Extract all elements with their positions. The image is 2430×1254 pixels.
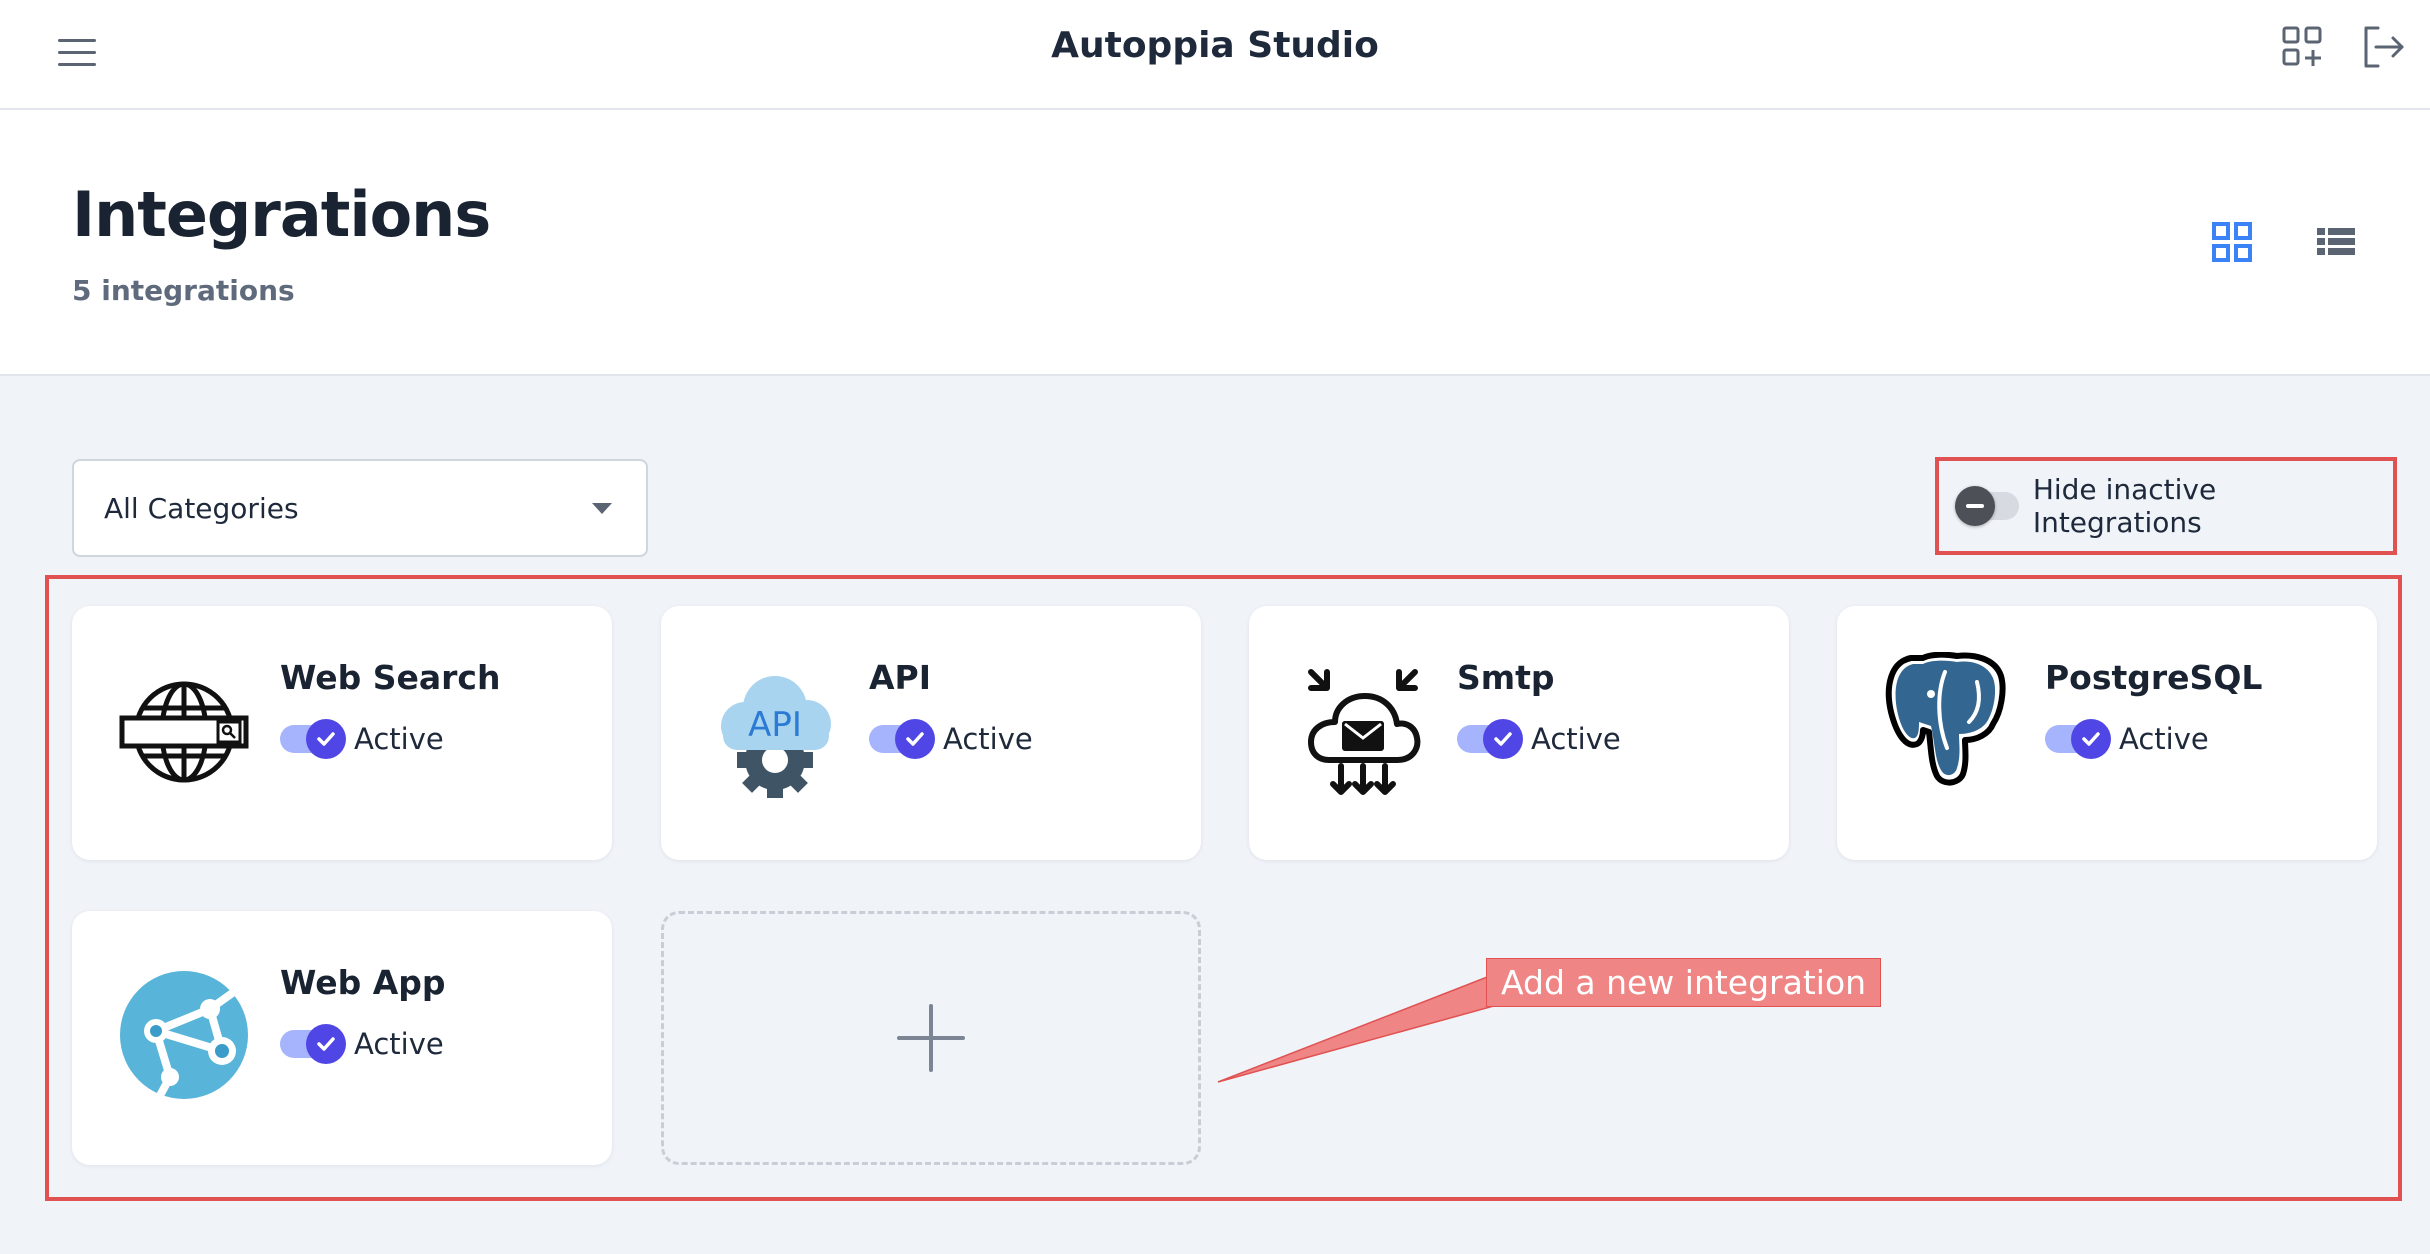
callout-pointer xyxy=(1217,971,1532,1083)
annotation-callout: Add a new integration xyxy=(1486,958,1882,1007)
